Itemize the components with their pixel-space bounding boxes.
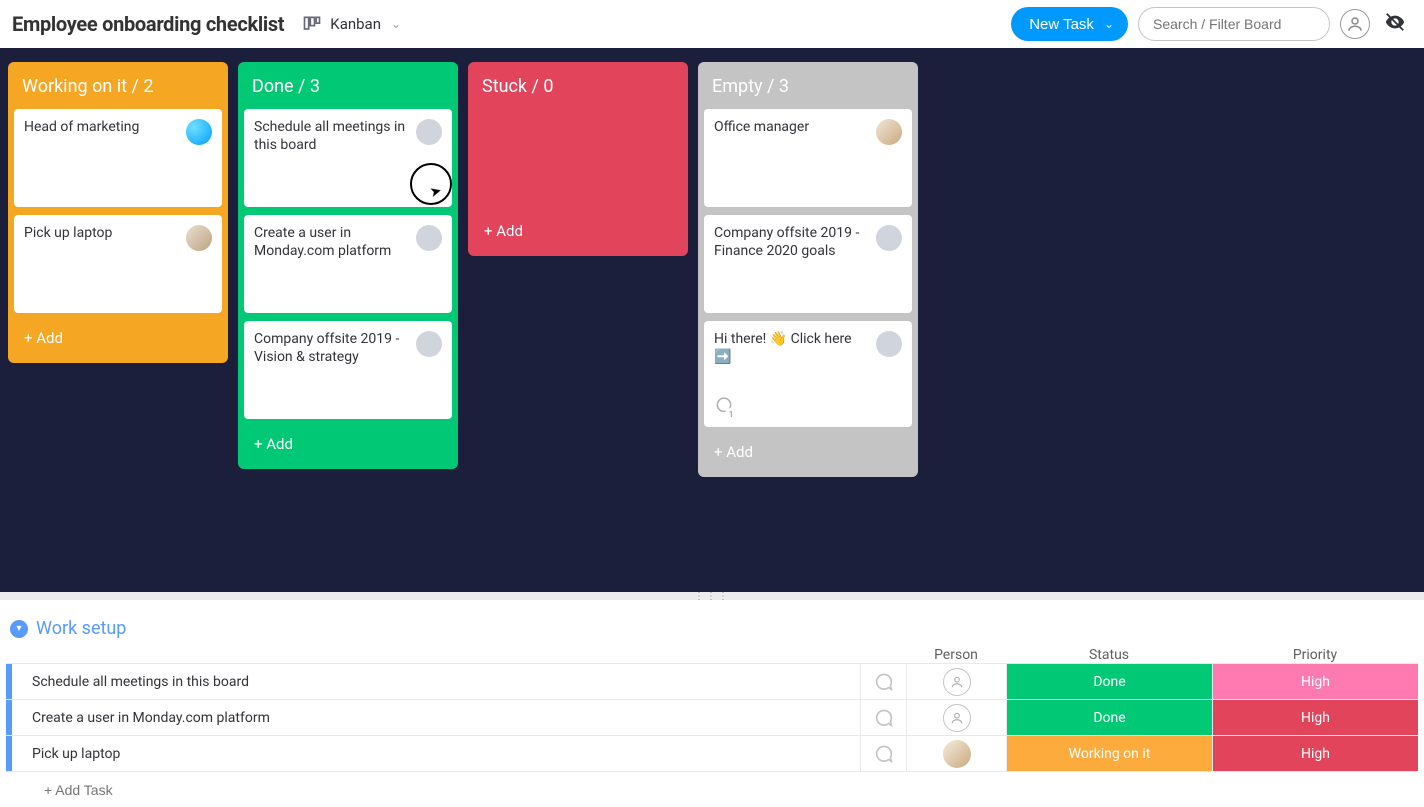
card-title: Hi there! 👋 Click here ➡️ [714,331,876,366]
card-title: Company offsite 2019 - Vision & strategy [254,331,416,366]
table-row[interactable]: Pick up laptop Working on it High [6,735,1418,771]
kanban-icon [302,14,322,34]
collapse-toggle-icon[interactable]: ▾ [10,620,28,638]
column-done: Done / 3 Schedule all meetings in this b… [238,62,458,469]
cell-name[interactable]: Create a user in Monday.com platform [16,700,860,735]
card-title: Head of marketing [24,119,147,137]
kanban-card[interactable]: Schedule all meetings in this board [244,109,452,207]
eye-off-icon [1384,11,1406,33]
new-task-label: New Task [1029,16,1094,33]
chat-icon[interactable]: 1 [714,395,734,419]
table-row[interactable]: Create a user in Monday.com platform Don… [6,699,1418,735]
cell-priority[interactable]: High [1212,700,1418,735]
unread-badge: 1 [725,408,737,420]
cell-person[interactable] [906,664,1006,699]
cell-person[interactable] [906,736,1006,771]
table-row[interactable]: Schedule all meetings in this board Done… [6,663,1418,699]
group-header[interactable]: ▾ Work setup [6,608,1418,647]
assignee-avatar[interactable] [186,119,212,145]
column-header: Empty / 3 [704,76,912,101]
board-title: Employee onboarding checklist [12,12,284,36]
header-bar: Employee onboarding checklist Kanban ⌄ N… [0,0,1424,48]
panel-resize-handle[interactable]: ⋮⋮⋮ [0,592,1424,600]
add-task-input[interactable] [16,782,1418,798]
kanban-card[interactable]: Hi there! 👋 Click here ➡️ 1 [704,321,912,427]
person-icon [943,704,971,732]
assignee-avatar[interactable] [416,119,442,145]
kanban-card[interactable]: Head of marketing [14,109,222,207]
add-card-button[interactable]: + Add [704,435,912,467]
assignee-avatar[interactable] [876,331,902,357]
visibility-toggle[interactable] [1384,11,1406,37]
kanban-board: Working on it / 2 Head of marketing Pick… [0,48,1424,592]
column-stuck: Stuck / 0 + Add [468,62,688,256]
cell-status[interactable]: Working on it [1006,736,1212,771]
column-header-status[interactable]: Status [1006,647,1212,663]
column-header-priority[interactable]: Priority [1212,647,1418,663]
chevron-down-icon: ⌄ [391,17,401,31]
card-title: Create a user in Monday.com platform [254,225,416,260]
table-header-row: Person Status Priority [6,647,1418,663]
column-header: Done / 3 [244,76,452,101]
assignee-avatar[interactable] [416,225,442,251]
assignee-avatar[interactable] [876,225,902,251]
kanban-card[interactable]: Company offsite 2019 - Finance 2020 goal… [704,215,912,313]
group-color-stripe [6,664,12,699]
add-card-button[interactable]: + Add [244,427,452,459]
cell-status[interactable]: Done [1006,700,1212,735]
card-title: Schedule all meetings in this board [254,119,416,154]
table-panel: ▾ Work setup Person Status Priority Sche… [0,600,1424,807]
column-header: Stuck / 0 [474,76,682,101]
column-empty: Empty / 3 Office manager Company offsite… [698,62,918,477]
person-icon [1346,15,1364,33]
group-title: Work setup [36,618,126,639]
person-icon [943,668,971,696]
chat-icon[interactable] [860,664,906,699]
cell-priority[interactable]: High [1212,736,1418,771]
search-input[interactable] [1138,7,1330,41]
cell-name[interactable]: Schedule all meetings in this board [16,664,860,699]
new-task-button[interactable]: New Task ⌄ [1011,7,1128,41]
card-title: Office manager [714,119,817,137]
assignee-avatar [943,740,971,768]
chat-icon[interactable] [860,700,906,735]
kanban-card[interactable]: Company offsite 2019 - Vision & strategy [244,321,452,419]
cell-name[interactable]: Pick up laptop [16,736,860,771]
kanban-card[interactable]: Create a user in Monday.com platform [244,215,452,313]
group-color-stripe [6,700,12,735]
assignee-avatar[interactable] [416,331,442,357]
kanban-card[interactable]: Office manager [704,109,912,207]
assignee-avatar[interactable] [876,119,902,145]
user-avatar-button[interactable] [1340,9,1370,39]
view-label: Kanban [330,15,381,33]
add-card-button[interactable]: + Add [474,214,682,246]
add-card-button[interactable]: + Add [14,321,222,353]
card-title: Pick up laptop [24,225,120,243]
group-color-stripe [6,736,12,771]
chevron-down-icon: ⌄ [1104,17,1114,31]
column-header: Working on it / 2 [14,76,222,101]
cell-status[interactable]: Done [1006,664,1212,699]
add-task-row[interactable] [6,771,1418,807]
cell-priority[interactable]: High [1212,664,1418,699]
assignee-avatar[interactable] [186,225,212,251]
view-switcher[interactable]: Kanban ⌄ [302,14,401,34]
cell-person[interactable] [906,700,1006,735]
column-working-on-it: Working on it / 2 Head of marketing Pick… [8,62,228,363]
column-header-person[interactable]: Person [906,647,1006,663]
chat-icon[interactable] [860,736,906,771]
kanban-card[interactable]: Pick up laptop [14,215,222,313]
card-title: Company offsite 2019 - Finance 2020 goal… [714,225,876,260]
